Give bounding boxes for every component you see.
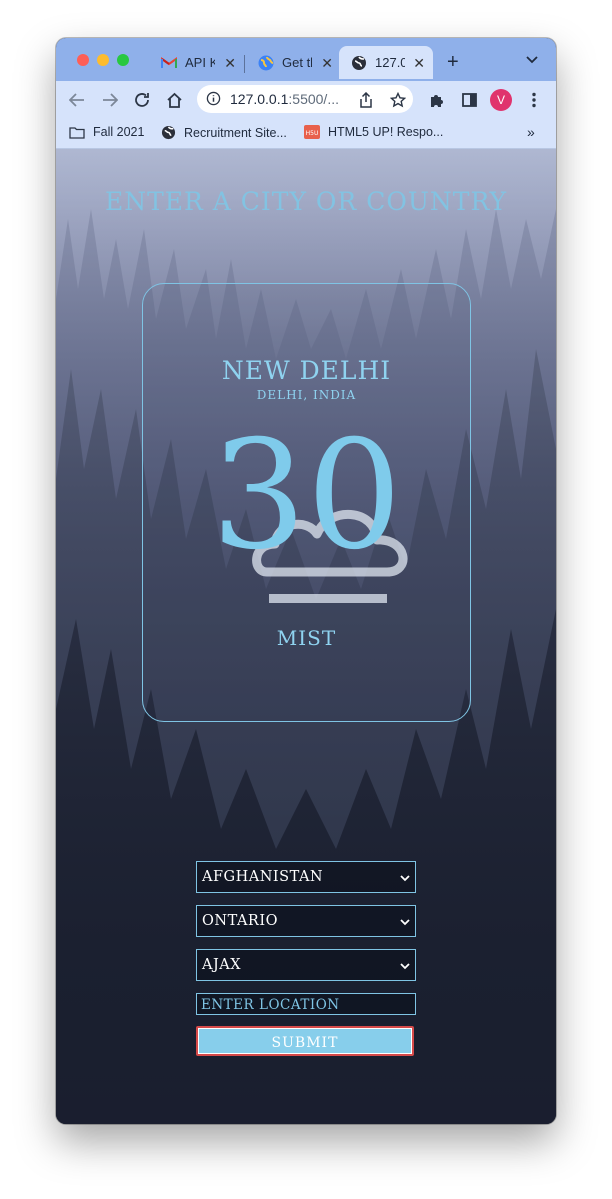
bookmark-fall-2021[interactable]: Fall 2021: [69, 125, 144, 139]
submit-button[interactable]: SUBMIT: [196, 1026, 414, 1056]
page-content: ENTER A CITY OR COUNTRY NEW DELHI DELHI,…: [56, 149, 556, 1124]
new-tab-icon[interactable]: +: [447, 51, 459, 74]
more-bookmarks-icon[interactable]: »: [527, 124, 535, 140]
url-text: 127.0.0.1:5500/...: [230, 91, 339, 107]
chevron-down-icon: [400, 958, 410, 974]
tab-search-chevron-icon[interactable]: [526, 52, 538, 68]
svg-text:H5U: H5U: [306, 130, 319, 137]
bookmark-html5-up[interactable]: H5U HTML5 UP! Respo...: [304, 125, 443, 139]
chevron-down-icon: [400, 870, 410, 886]
bookmark-label: HTML5 UP! Respo...: [328, 125, 444, 139]
folder-icon: [69, 126, 85, 139]
location-input-placeholder: ENTER LOCATION: [201, 997, 340, 1013]
state-select-value: ONTARIO: [202, 913, 278, 929]
url-path: :5500/...: [288, 91, 339, 107]
tab-api-key[interactable]: API K ✕: [149, 46, 244, 79]
side-panel-icon[interactable]: [458, 89, 480, 111]
browser-window: API K ✕ Get th ✕ 127.0 ✕ +: [56, 38, 556, 1124]
city-select-value: AJAX: [202, 957, 242, 973]
bookmark-label: Fall 2021: [93, 125, 145, 139]
extensions-puzzle-icon[interactable]: [426, 89, 448, 111]
forward-arrow-icon[interactable]: [99, 89, 121, 111]
tab-strip: API K ✕ Get th ✕ 127.0 ✕ +: [56, 38, 556, 81]
tab-title: Get th: [282, 55, 312, 70]
location-input[interactable]: ENTER LOCATION: [196, 993, 416, 1015]
back-arrow-icon[interactable]: [66, 89, 88, 111]
city-select[interactable]: AJAX: [196, 949, 416, 981]
tab-localhost[interactable]: 127.0 ✕: [339, 46, 433, 79]
minimize-window-button[interactable]: [97, 54, 109, 66]
bookmark-recruitment-site[interactable]: Recruitment Site...: [161, 125, 287, 140]
close-tab-icon[interactable]: ✕: [321, 55, 333, 72]
country-select-value: AFGHANISTAN: [202, 869, 324, 885]
page-heading: ENTER A CITY OR COUNTRY: [104, 187, 508, 216]
bookmarks-bar: Fall 2021 Recruitment Site... H5U HTML5 …: [56, 119, 556, 149]
close-window-button[interactable]: [77, 54, 89, 66]
html5up-icon: H5U: [304, 125, 320, 139]
bookmark-label: Recruitment Site...: [184, 125, 287, 140]
region-name: DELHI, INDIA: [256, 388, 357, 402]
bookmark-star-icon[interactable]: [387, 89, 409, 111]
reload-icon[interactable]: [131, 89, 153, 111]
globe-icon: [161, 125, 176, 140]
browser-toolbar: 127.0.0.1:5500/... V: [56, 81, 556, 119]
temperature-value: 30: [211, 409, 402, 583]
weather-card: NEW DELHI DELHI, INDIA 30 MIST: [142, 283, 471, 722]
home-icon[interactable]: [163, 89, 185, 111]
gmail-icon: [161, 55, 177, 71]
web-icon: [351, 55, 367, 71]
city-name: NEW DELHI: [221, 356, 392, 385]
country-select[interactable]: AFGHANISTAN: [196, 861, 416, 893]
weather-condition: MIST: [276, 626, 337, 650]
globe-icon: [258, 55, 274, 71]
chevron-down-icon: [400, 914, 410, 930]
close-tab-icon[interactable]: ✕: [224, 55, 236, 72]
close-tab-icon[interactable]: ✕: [413, 55, 425, 72]
tab-title: 127.0: [375, 55, 405, 70]
profile-avatar[interactable]: V: [490, 89, 512, 111]
tab-separator: [244, 55, 245, 73]
tab-get-the[interactable]: Get th ✕: [246, 46, 341, 79]
address-bar[interactable]: 127.0.0.1:5500/...: [197, 85, 413, 113]
site-info-icon[interactable]: [206, 91, 221, 110]
tab-title: API K: [185, 55, 215, 70]
state-select[interactable]: ONTARIO: [196, 905, 416, 937]
url-host: 127.0.0.1: [230, 91, 289, 107]
share-icon[interactable]: [355, 89, 377, 111]
maximize-window-button[interactable]: [117, 54, 129, 66]
more-menu-icon[interactable]: [523, 89, 545, 111]
